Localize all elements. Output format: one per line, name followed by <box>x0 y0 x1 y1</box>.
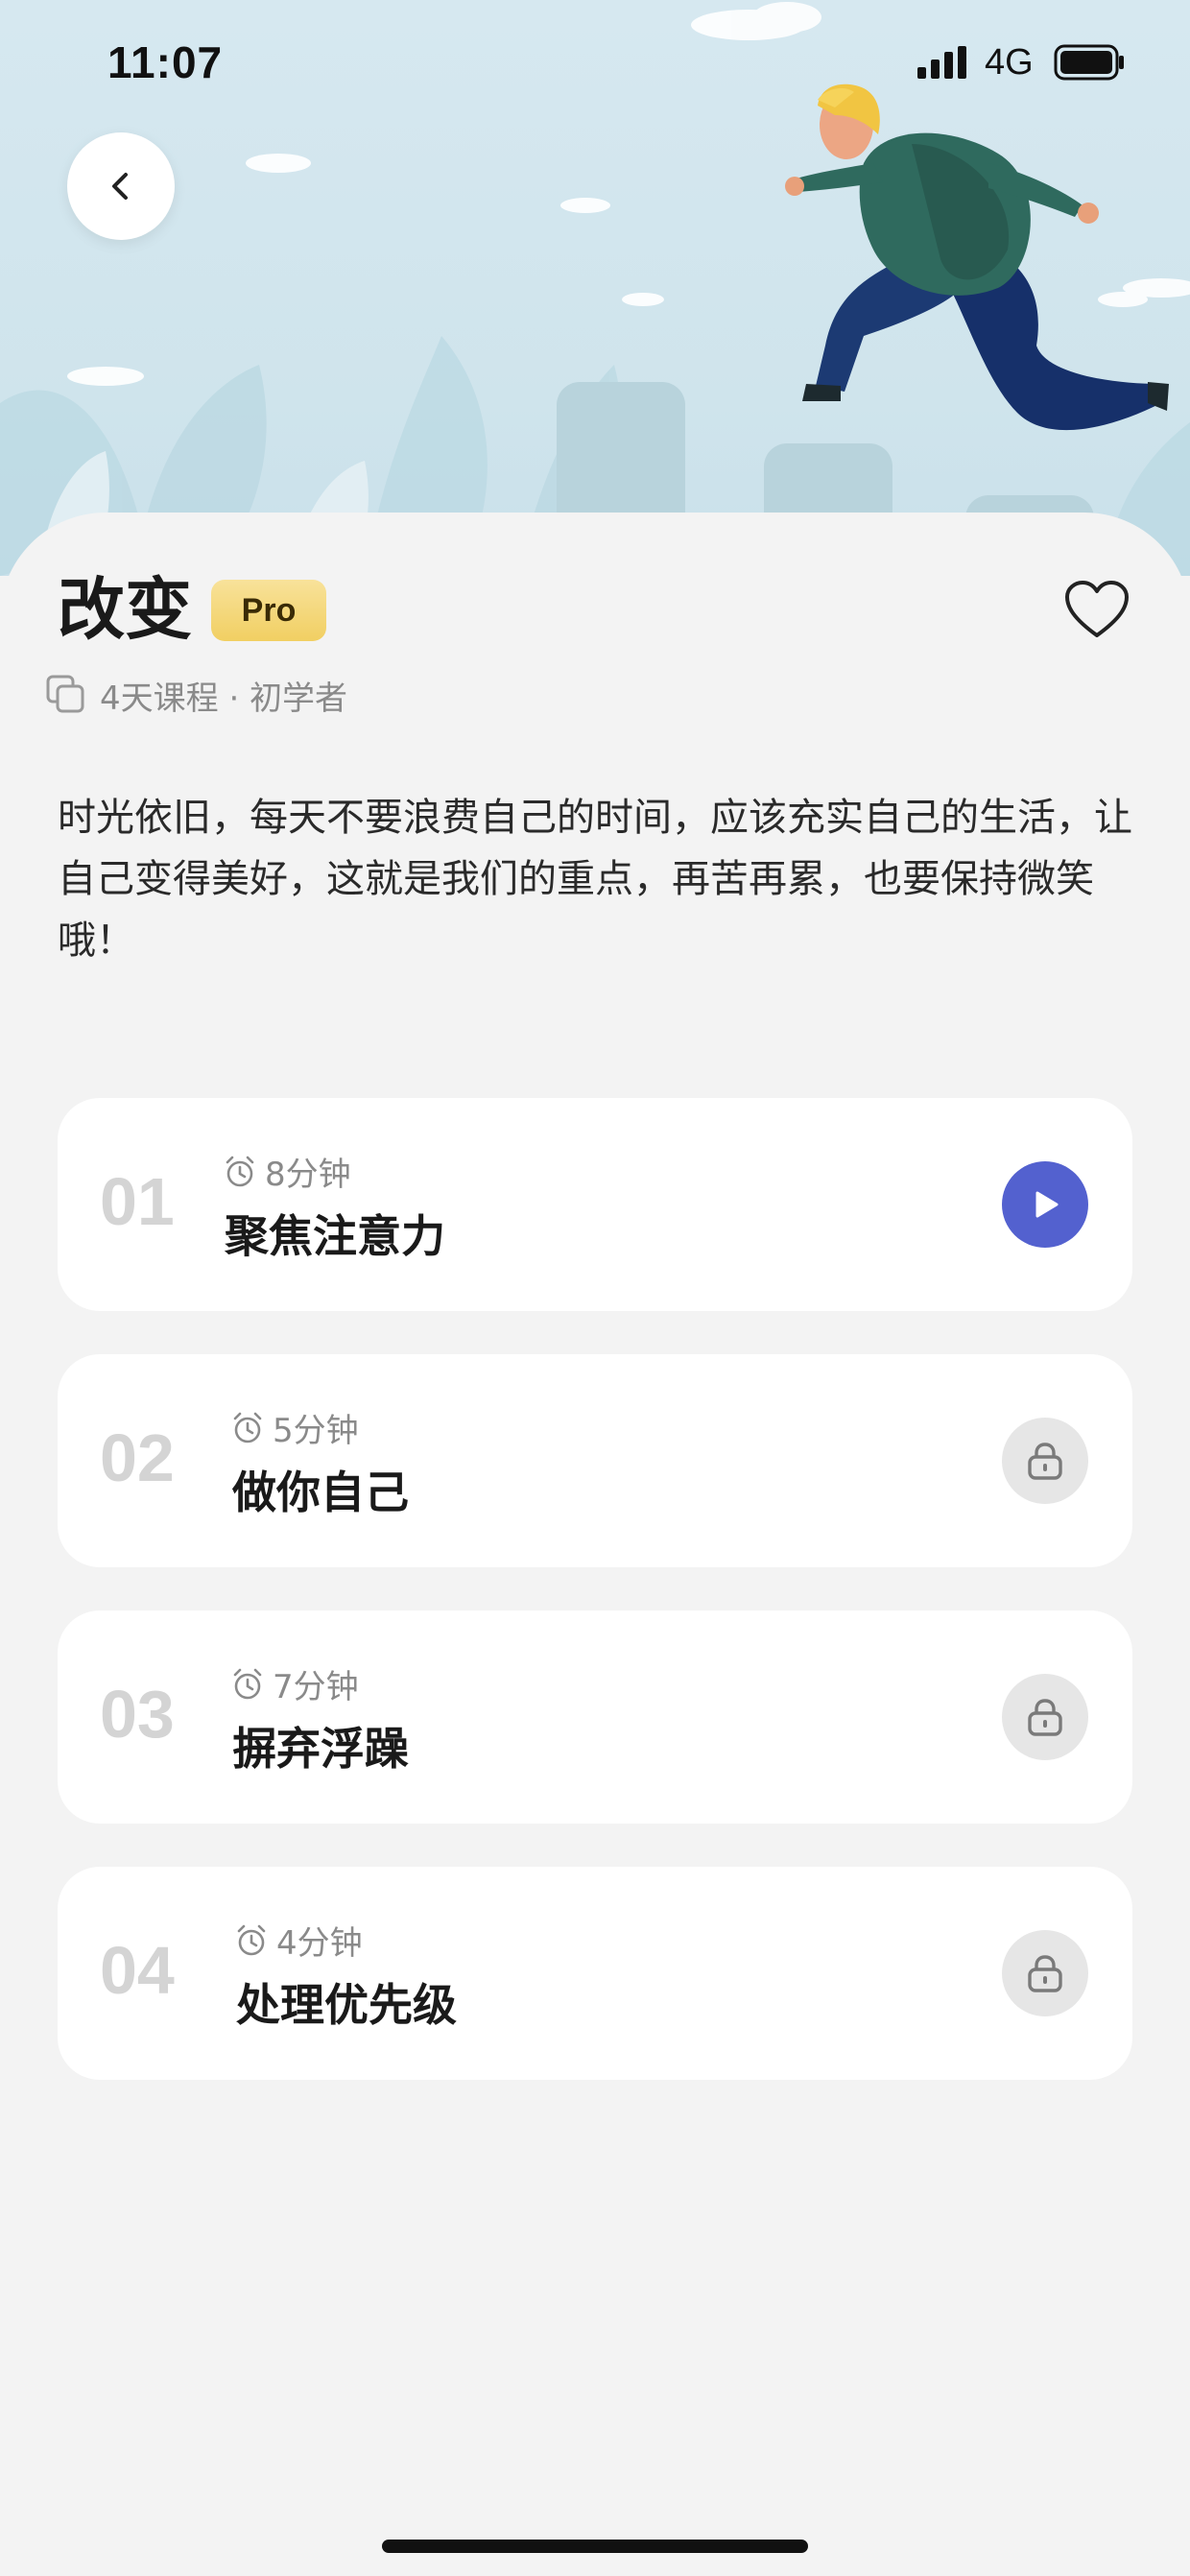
lesson-number: 02 <box>100 1420 175 1495</box>
status-time: 11:07 <box>107 37 224 87</box>
signal-icon <box>917 46 966 79</box>
lesson-duration-text: 8分钟 <box>265 1156 351 1194</box>
lesson-duration-text: 5分钟 <box>273 1412 359 1450</box>
course-copies-icon <box>46 675 84 713</box>
alarm-clock-icon <box>233 1668 262 1699</box>
lesson-item-2[interactable]: 02 5分钟 做你自己 <box>58 1354 1132 1567</box>
alarm-clock-icon <box>226 1156 254 1186</box>
lesson-duration-text: 4分钟 <box>276 1924 363 1963</box>
lock-icon <box>1028 1443 1062 1480</box>
play-icon <box>1035 1191 1059 1218</box>
locked-button[interactable] <box>1002 1674 1088 1760</box>
lesson-number: 04 <box>100 1933 175 2008</box>
lock-icon <box>1028 1699 1062 1736</box>
alarm-clock-icon <box>237 1924 266 1955</box>
lesson-duration: 4分钟 <box>234 1917 363 1964</box>
alarm-clock-icon <box>233 1412 262 1443</box>
network-label: 4G <box>985 42 1034 83</box>
play-button[interactable] <box>1002 1161 1088 1248</box>
pro-badge: Pro <box>211 580 326 641</box>
lesson-item-1[interactable]: 01 8分钟 聚焦注意力 <box>58 1098 1132 1311</box>
lesson-duration-text: 7分钟 <box>273 1668 359 1706</box>
back-button[interactable] <box>67 132 175 240</box>
course-meta: 4天课程 · 初学者 <box>46 670 347 720</box>
locked-button[interactable] <box>1002 1418 1088 1504</box>
course-title: 改变 <box>58 570 192 649</box>
course-description: 时光依旧，每天不要浪费自己的时间，应该充实自己的生活，让自己变得美好，这就是我们… <box>58 796 1132 963</box>
lock-icon <box>1028 1955 1062 1992</box>
heart-icon[interactable] <box>1063 580 1130 641</box>
lesson-name: 做你自己 <box>232 1467 409 1518</box>
chevron-left-icon <box>112 173 128 200</box>
lesson-item-3[interactable]: 03 7分钟 摒弃浮躁 <box>58 1610 1132 1824</box>
course-meta-text: 4天课程 · 初学者 <box>100 679 348 718</box>
lesson-name: 处理优先级 <box>236 1979 457 2031</box>
locked-button[interactable] <box>1002 1930 1088 2016</box>
status-bar: 11:07 4G <box>0 0 1190 134</box>
lesson-name: 摒弃浮躁 <box>232 1723 409 1775</box>
lesson-number: 03 <box>100 1677 175 1752</box>
lesson-item-4[interactable]: 04 4分钟 处理优先级 <box>58 1867 1132 2080</box>
lesson-duration: 7分钟 <box>230 1660 359 1707</box>
lesson-number: 01 <box>100 1164 175 1239</box>
battery-icon <box>1054 44 1124 81</box>
lesson-name: 聚焦注意力 <box>225 1210 445 1262</box>
lesson-duration: 8分钟 <box>223 1148 351 1195</box>
home-indicator[interactable] <box>382 2540 808 2553</box>
lesson-duration: 5分钟 <box>230 1404 359 1451</box>
